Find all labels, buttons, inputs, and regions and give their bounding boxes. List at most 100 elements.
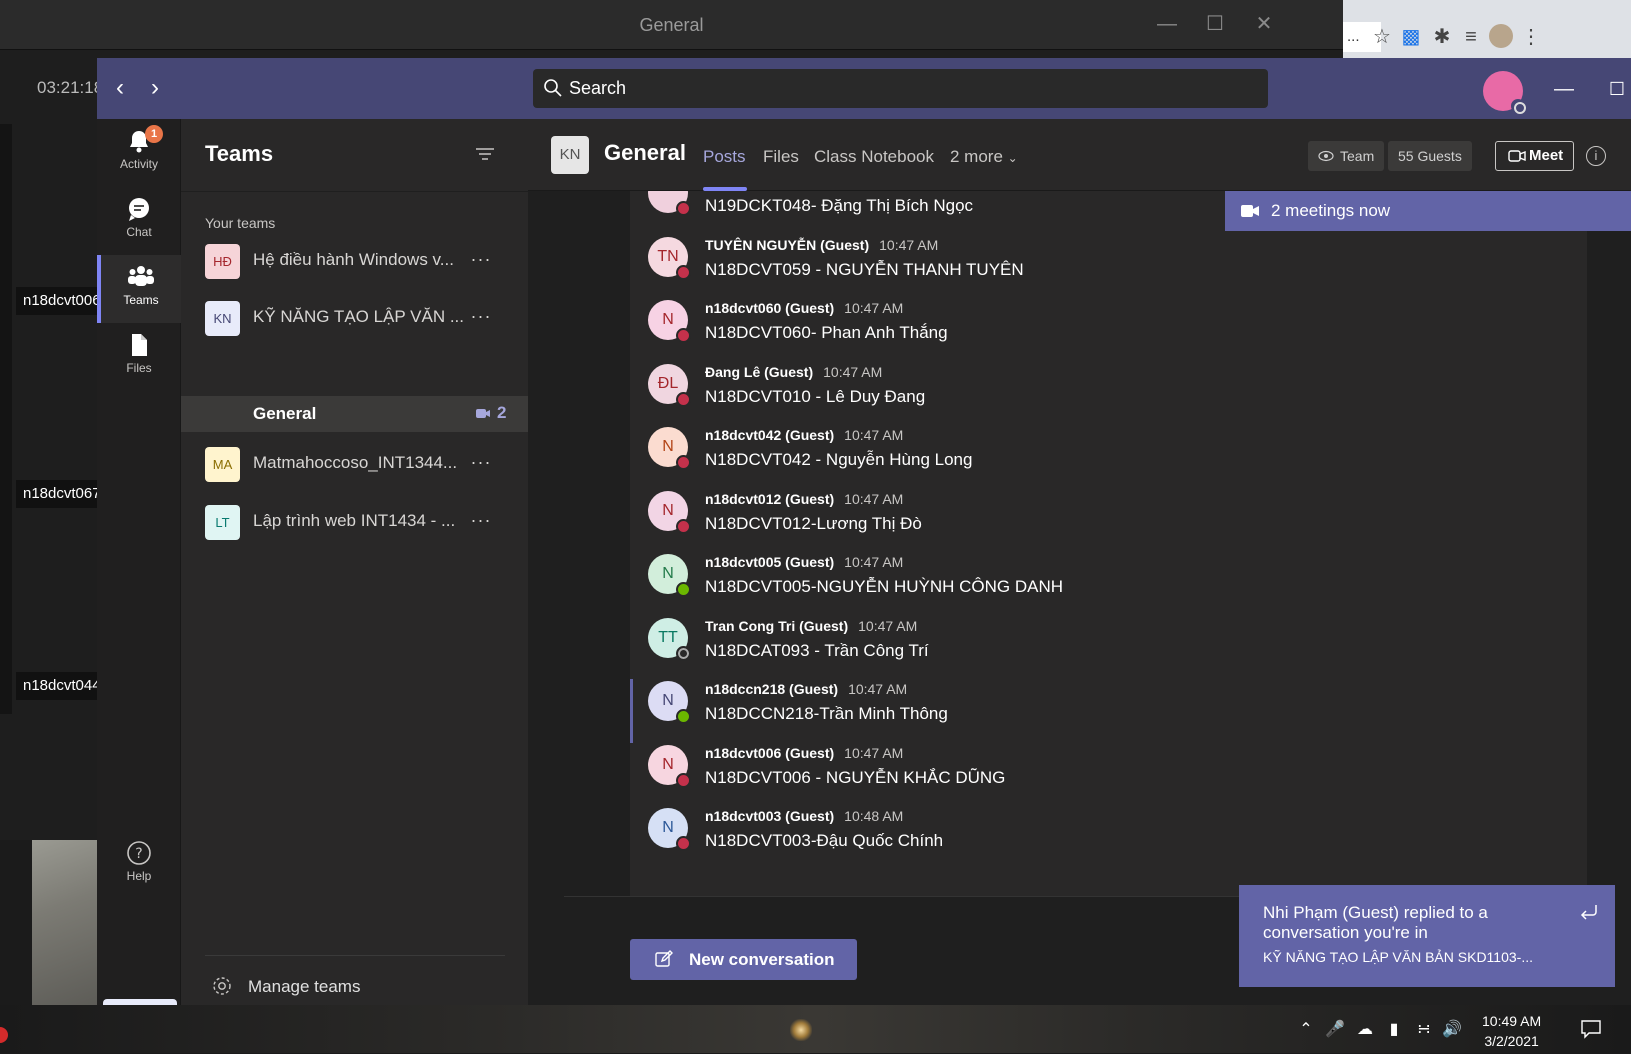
sender-avatar[interactable] xyxy=(648,191,691,216)
message-sender: Đang Lê (Guest) 10:47 AM xyxy=(705,364,882,380)
app-rail: 1 Activity Chat Teams Files ? Help xyxy=(97,119,181,1049)
user-avatar[interactable] xyxy=(1483,71,1526,114)
minimize-icon[interactable]: — xyxy=(1152,10,1182,38)
sender-avatar[interactable]: N xyxy=(648,681,691,724)
background-titlebar: General — ☐ ✕ xyxy=(0,0,1343,50)
message-item[interactable]: Nn18dcvt005 (Guest) 10:47 AM N18DCVT005-NG… xyxy=(630,546,1587,610)
new-conversation-button[interactable]: New conversation xyxy=(630,939,857,980)
sender-avatar[interactable]: N xyxy=(648,300,691,343)
team-item[interactable]: MA Matmahoccoso_INT1344... ··· xyxy=(181,437,528,493)
team-avatar: HĐ xyxy=(205,244,240,279)
message-item[interactable]: Nn18dcvt012 (Guest) 10:47 AM N18DCVT012-Lư… xyxy=(630,483,1587,547)
reply-icon[interactable] xyxy=(1577,901,1599,923)
sender-avatar[interactable]: ĐL xyxy=(648,363,691,407)
message-item[interactable]: ĐL Đang Lê (Guest) 10:47 AM N18DCVT010 - Lê… xyxy=(630,356,1587,420)
top-bar: ‹ › — ☐ xyxy=(97,58,1631,119)
eye-icon xyxy=(1318,150,1334,162)
cloud-icon[interactable]: ☁ xyxy=(1354,1019,1376,1041)
message-item[interactable]: Nn18dcvt003 (Guest) 10:48 AM N18DCVT003-Đậ… xyxy=(630,800,1587,864)
toast-team-name: KỸ NĂNG TẠO LẬP VĂN BẢN SKD1103-... xyxy=(1263,949,1533,965)
rail-item-activity[interactable]: 1 Activity xyxy=(97,119,181,187)
playlist-icon[interactable]: ≡ xyxy=(1458,24,1484,50)
channel-title: General xyxy=(604,140,686,165)
back-icon[interactable]: ‹ xyxy=(105,73,135,103)
message-time: 10:47 AM xyxy=(844,554,904,570)
rail-item-files[interactable]: Files xyxy=(97,323,181,391)
rail-item-chat[interactable]: Chat xyxy=(97,187,181,255)
profile-avatar[interactable] xyxy=(1489,24,1513,48)
more-options-icon[interactable]: ··· xyxy=(466,449,496,479)
maximize-icon[interactable]: ☐ xyxy=(1200,10,1230,38)
team-item[interactable]: HĐ Hệ điều hành Windows v... ··· xyxy=(181,234,528,290)
team-item[interactable]: LT Lập trình web INT1434 - ... ··· xyxy=(181,495,528,551)
message-item[interactable]: TT Tran Cong Tri (Guest) 10:47 AM N18DCAT09… xyxy=(630,610,1587,674)
forward-icon[interactable]: › xyxy=(140,73,170,103)
search-input[interactable] xyxy=(569,69,1249,108)
more-options-icon[interactable]: ··· xyxy=(466,303,496,333)
more-options-icon[interactable]: ··· xyxy=(466,507,496,537)
star-icon[interactable]: ☆ xyxy=(1369,24,1395,50)
message-sender: n18dcvt003 (Guest) 10:48 AM xyxy=(705,808,903,824)
message-feed[interactable]: N19DCKT048- Đặng Thị Bích Ngọc TN TUYÊN NG… xyxy=(630,191,1587,896)
manage-teams-button[interactable]: Manage teams xyxy=(205,971,485,1003)
taskbar-app-icon[interactable] xyxy=(0,1027,8,1043)
message-time: 10:47 AM xyxy=(844,427,904,443)
search-box[interactable] xyxy=(533,69,1268,108)
tab-files[interactable]: Files xyxy=(763,147,799,167)
battery-icon[interactable]: ▮ xyxy=(1383,1019,1405,1041)
sender-name: TUYÊN NGUYỄN (Guest) xyxy=(705,236,870,253)
more-options-icon[interactable]: ··· xyxy=(466,246,496,276)
meetings-now-banner[interactable]: 2 meetings now xyxy=(1225,191,1631,231)
sender-avatar[interactable]: N xyxy=(648,427,691,470)
rail-item-teams[interactable]: Teams xyxy=(97,255,181,323)
message-item[interactable]: Nn18dcvt006 (Guest) 10:47 AM N18DCVT006 - … xyxy=(630,737,1587,801)
sender-avatar[interactable]: TN xyxy=(648,236,691,280)
translate-icon[interactable]: ▩ xyxy=(1398,24,1424,50)
sender-avatar[interactable]: N xyxy=(648,744,691,788)
close-icon[interactable]: ✕ xyxy=(1249,10,1279,38)
team-visibility-button[interactable]: Team xyxy=(1308,141,1385,171)
guests-button[interactable]: 55 Guests xyxy=(1388,141,1472,171)
sender-avatar[interactable]: N xyxy=(648,808,691,851)
sender-avatar[interactable]: N xyxy=(648,554,691,597)
kebab-menu-icon[interactable]: ⋮ xyxy=(1518,24,1544,50)
meetings-now-label: 2 meetings now xyxy=(1271,201,1391,220)
message-item[interactable]: Nn18dcvt060 (Guest) 10:47 AM N18DCVT060- P… xyxy=(630,292,1587,356)
section-label: Your teams xyxy=(205,215,276,231)
reply-notification-toast[interactable]: Nhi Phạm (Guest) replied to a conversati… xyxy=(1239,885,1615,987)
puzzle-icon[interactable]: ✱ xyxy=(1429,24,1455,50)
taskbar-clock[interactable]: 10:49 AM 3/2/2021 xyxy=(1482,1011,1541,1051)
tab-class-notebook[interactable]: Class Notebook xyxy=(814,147,934,167)
message-sender: Tran Cong Tri (Guest) 10:47 AM xyxy=(705,618,917,634)
notification-center-icon[interactable] xyxy=(1580,1019,1602,1039)
message-item[interactable]: Nn18dccn218 (Guest) 10:47 AM N18DCCN218-Tr… xyxy=(630,673,1587,737)
tab-posts[interactable]: Posts xyxy=(703,147,746,167)
rail-label: Chat xyxy=(126,225,152,239)
manage-teams-label: Manage teams xyxy=(248,977,361,996)
teams-panel: Teams Your teams HĐ Hệ điều hành Windows… xyxy=(181,119,528,1005)
microphone-icon[interactable]: 🎤 xyxy=(1324,1019,1346,1041)
presence-busy-icon xyxy=(676,264,691,280)
team-item[interactable]: KN KỸ NĂNG TẠO LẬP VĂN ... ··· xyxy=(181,291,528,347)
message-text: N18DCCN218-Trần Minh Thông xyxy=(705,704,948,723)
minimize-icon[interactable]: — xyxy=(1549,74,1579,104)
filter-icon[interactable] xyxy=(473,143,497,167)
sender-name: Đang Lê (Guest) xyxy=(705,363,814,380)
wifi-icon[interactable]: ∺ xyxy=(1413,1019,1435,1041)
volume-icon[interactable]: 🔊 xyxy=(1441,1019,1463,1041)
clock-time: 10:49 AM xyxy=(1482,1013,1542,1029)
sender-avatar[interactable]: N xyxy=(648,490,691,534)
info-icon[interactable]: i xyxy=(1586,146,1606,166)
chat-icon xyxy=(129,198,149,221)
meet-button[interactable]: Meet xyxy=(1495,141,1574,171)
rail-label: Help xyxy=(126,869,152,883)
message-time: 10:47 AM xyxy=(844,744,904,761)
rail-item-help[interactable]: ? Help xyxy=(97,831,181,899)
message-item[interactable]: Nn18dcvt042 (Guest) 10:47 AM N18DCVT042 - … xyxy=(630,419,1587,483)
maximize-icon[interactable]: ☐ xyxy=(1602,74,1631,104)
chevron-up-icon[interactable]: ⌃ xyxy=(1295,1019,1317,1041)
channel-item-general[interactable]: General 2 xyxy=(181,396,528,432)
sender-avatar[interactable]: TT xyxy=(648,617,691,661)
tab-more[interactable]: 2 more ⌄ xyxy=(950,147,1018,167)
message-item[interactable]: TN TUYÊN NGUYỄN (Guest) 10:47 AM N18DCVT059… xyxy=(630,229,1587,293)
